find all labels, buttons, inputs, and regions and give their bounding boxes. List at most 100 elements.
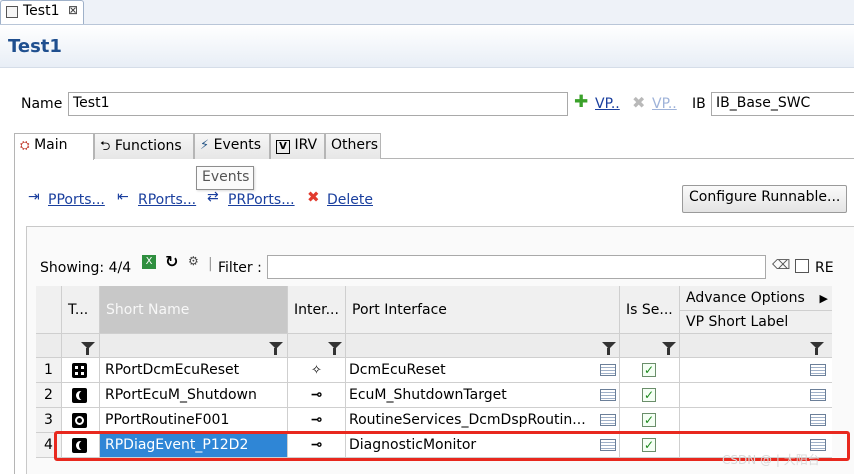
short-name-cell[interactable]: RPortEcuM_Shutdown [100, 383, 288, 408]
close-icon[interactable]: ⊠ [68, 3, 78, 17]
table-row[interactable] [62, 383, 100, 408]
port-interface-value: DcmEcuReset [349, 362, 446, 378]
tab-events[interactable]: ⚡ Events [194, 133, 270, 159]
port-interface-cell[interactable]: RoutineServices_DcmDspRoutin... [346, 408, 620, 433]
tab-irv[interactable]: V IRV [270, 133, 325, 159]
port-interface-cell[interactable]: EcuM_ShutdownTarget [346, 383, 620, 408]
filter-label: Filter : [218, 260, 262, 276]
tab-events-label: Events [213, 137, 261, 153]
is-service-cell[interactable]: ✓ [620, 358, 680, 383]
watermark: CSDN @ | 大阳台 [722, 453, 820, 467]
dots-icon [72, 363, 87, 378]
page-title: Test1 [8, 36, 62, 57]
name-label: Name [21, 96, 63, 112]
sparkle-icon: ✧ [288, 358, 346, 383]
name-input[interactable]: Test1 [68, 92, 568, 116]
ib-input[interactable]: IB_Base_SWC [711, 92, 854, 116]
check-icon[interactable]: ✓ [642, 388, 656, 402]
advance-options-label: Advance Options [686, 290, 805, 306]
tab-main[interactable]: ⛭ Main [14, 133, 94, 160]
ib-label: IB [692, 96, 706, 112]
ring-icon [72, 413, 87, 428]
port-interface-value: EcuM_ShutdownTarget [349, 387, 507, 403]
plus-icon[interactable]: ✚ [574, 92, 588, 112]
col-short-name-filter[interactable] [100, 334, 288, 358]
is-service-cell[interactable]: ✓ [620, 408, 680, 433]
prports-icon: ⇄ [207, 189, 219, 205]
col-vp-short-label-filter[interactable] [680, 334, 832, 358]
list-editor-icon[interactable] [600, 364, 616, 376]
refresh-icon[interactable]: ↻ [165, 252, 178, 271]
filter-input[interactable] [267, 255, 766, 279]
short-name-cell[interactable]: PPortRoutineF001 [100, 408, 288, 433]
check-icon[interactable]: ✓ [642, 363, 656, 377]
filter-icon[interactable] [810, 342, 824, 355]
col-port-interface-filter[interactable] [346, 334, 620, 358]
col-short-name-header[interactable]: Short Name [100, 286, 288, 334]
prports-link[interactable]: PRPorts... [228, 192, 295, 208]
tab-functions[interactable]: ⮌ Functions [94, 133, 194, 159]
col-vp-short-label-header[interactable]: VP Short Label [680, 311, 832, 334]
delete-icon: ✖ [307, 188, 320, 206]
vp-add-link[interactable]: VP.. [595, 96, 620, 112]
tab-main-label: Main [34, 137, 68, 153]
row-number-filter [36, 334, 62, 358]
col-advance-options-header[interactable]: Advance Options ▶ [680, 286, 832, 311]
pports-icon: ⇥ [28, 189, 40, 205]
list-editor-icon[interactable] [600, 389, 616, 401]
is-service-cell[interactable]: ✓ [620, 383, 680, 408]
editor-tab-test1[interactable]: Test1 ⊠ [0, 0, 84, 24]
list-editor-icon[interactable] [600, 414, 616, 426]
component-icon [6, 6, 18, 18]
filter-icon[interactable] [81, 342, 95, 355]
row-number: 1 [36, 358, 62, 383]
events-icon: ⚡ [200, 138, 210, 153]
vp-short-label-cell[interactable] [680, 408, 832, 433]
filter-icon[interactable] [602, 342, 616, 355]
vp-short-label-cell[interactable] [680, 383, 832, 408]
port-interface-cell[interactable]: DcmEcuReset [346, 358, 620, 383]
arrow-right-icon[interactable]: ▶ [820, 286, 828, 310]
short-name-cell[interactable]: RPortDcmEcuReset [100, 358, 288, 383]
events-tooltip: Events [196, 166, 254, 190]
vp-short-label-cell[interactable] [680, 358, 832, 383]
port-interface-value: RoutineServices_DcmDspRoutin... [349, 412, 586, 428]
settings-icon[interactable]: ⚙ [188, 254, 199, 268]
list-editor-icon[interactable] [810, 389, 826, 401]
list-editor-icon[interactable] [810, 364, 826, 376]
vp-remove-link: VP.. [652, 96, 677, 112]
check-icon[interactable]: ✓ [642, 413, 656, 427]
functions-icon: ⮌ [100, 139, 111, 154]
col-is-service-header[interactable]: Is Se... [620, 286, 680, 334]
filter-icon[interactable] [328, 342, 342, 355]
excel-icon[interactable]: X [142, 255, 156, 269]
rports-link[interactable]: RPorts... [138, 192, 196, 208]
clear-filter-icon[interactable]: ⌫ [772, 258, 790, 273]
configure-runnable-button[interactable]: Configure Runnable... [682, 185, 847, 213]
table-row[interactable] [62, 408, 100, 433]
filter-icon[interactable] [662, 342, 676, 355]
col-type-header[interactable]: T... [62, 286, 100, 334]
delete-link[interactable]: Delete [327, 192, 373, 208]
toolbar-separator: | [208, 256, 213, 272]
col-interface-type-header[interactable]: Inter... [288, 286, 346, 334]
tab-others[interactable]: Others [325, 133, 381, 159]
col-interface-type-filter[interactable] [288, 334, 346, 358]
list-editor-icon[interactable] [810, 414, 826, 426]
main-icon: ⛭ [20, 138, 30, 152]
col-type-filter[interactable] [62, 334, 100, 358]
col-port-interface-header[interactable]: Port Interface [346, 286, 620, 334]
filter-icon[interactable] [269, 342, 283, 355]
pports-link[interactable]: PPorts... [48, 192, 105, 208]
require-icon: ⊸ [288, 383, 346, 408]
require-icon: ⊸ [288, 408, 346, 433]
moon-icon [72, 388, 87, 403]
showing-count: Showing: 4/4 [40, 260, 132, 276]
row-number: 3 [36, 408, 62, 433]
table-row[interactable] [62, 358, 100, 383]
editor-tab-bar [0, 0, 854, 25]
re-checkbox[interactable] [795, 259, 809, 273]
col-is-service-filter[interactable] [620, 334, 680, 358]
rports-icon: ⇤ [117, 189, 129, 205]
row-number: 2 [36, 383, 62, 408]
